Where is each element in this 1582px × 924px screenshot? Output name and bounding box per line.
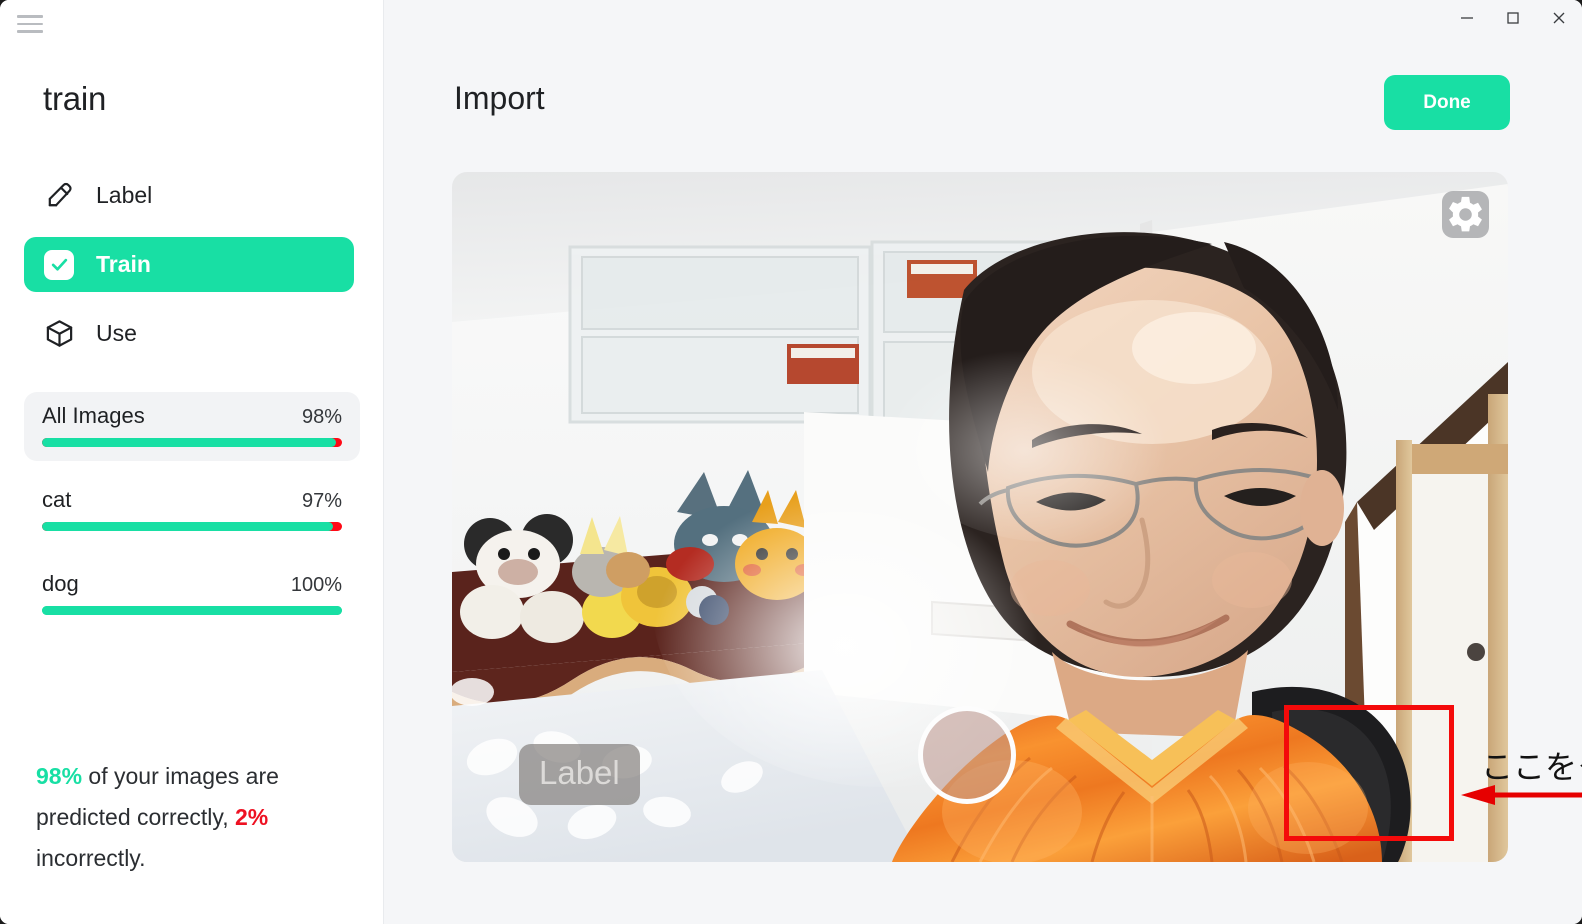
minimize-icon — [1461, 17, 1473, 19]
accuracy-summary: 98% of your images are predicted correct… — [36, 756, 356, 879]
window-body: train Label Train Use All Images 98% cat… — [0, 0, 1582, 924]
sidebar-item-use[interactable]: Use — [24, 306, 354, 361]
close-icon — [1553, 12, 1565, 24]
maximize-button[interactable] — [1490, 0, 1536, 36]
accuracy-bar — [42, 522, 342, 531]
capture-shutter-button[interactable] — [918, 706, 1016, 804]
summary-correct-percent: 98% — [36, 763, 83, 789]
accuracy-bar-fill — [42, 522, 333, 531]
done-button[interactable]: Done — [1384, 75, 1510, 130]
sidebar-item-use-text: Use — [96, 320, 137, 346]
accuracy-row-cat[interactable]: cat 97% — [24, 476, 360, 545]
maximize-icon — [1507, 12, 1519, 24]
gear-icon — [1449, 196, 1482, 232]
hamburger-icon[interactable] — [17, 11, 45, 37]
webcam-viewport[interactable]: Label — [452, 172, 1508, 862]
hamburger-bar — [17, 15, 43, 18]
label-overlay-button[interactable]: Label — [519, 744, 640, 805]
pencil-square-icon — [42, 179, 76, 213]
accuracy-row-name: All Images — [42, 403, 145, 428]
accuracy-row-percent: 97% — [301, 490, 342, 512]
summary-tail-text: incorrectly. — [36, 845, 146, 871]
accuracy-row-percent: 98% — [301, 406, 342, 428]
sidebar-item-train[interactable]: Train — [24, 237, 354, 292]
minimize-button[interactable] — [1444, 0, 1490, 36]
accuracy-row-name: cat — [42, 487, 72, 512]
accuracy-bar — [42, 438, 342, 447]
annotation-text: ここをクリック、で撮影 — [1481, 748, 1582, 786]
sidebar-item-label[interactable]: Label — [24, 168, 354, 223]
cube-icon — [42, 317, 76, 351]
main-panel: Import Done Label ここを — [384, 0, 1582, 924]
accuracy-bar — [42, 606, 342, 615]
checkbox-checked-icon — [42, 248, 76, 282]
accuracy-row-dog[interactable]: dog 100% — [24, 560, 360, 629]
summary-incorrect-percent: 2% — [234, 804, 269, 830]
accuracy-row-name: dog — [42, 571, 79, 596]
sidebar-nav: Label Train Use — [24, 168, 354, 375]
accuracy-row-percent: 100% — [290, 574, 342, 596]
main-heading: Import — [454, 80, 545, 116]
camera-settings-button[interactable] — [1442, 191, 1489, 238]
hamburger-bar — [17, 22, 43, 26]
annotation-arrow — [1461, 785, 1582, 805]
sidebar-item-train-text: Train — [96, 251, 151, 277]
accuracy-row-all-images[interactable]: All Images 98% — [24, 392, 360, 461]
accuracy-bar-fill — [42, 438, 336, 447]
close-button[interactable] — [1536, 0, 1582, 36]
accuracy-list: All Images 98% cat 97% dog 100% — [24, 392, 360, 644]
app-window: train Label Train Use All Images 98% cat… — [0, 0, 1582, 924]
page-title: train — [43, 80, 107, 117]
accuracy-bar-fill — [42, 606, 342, 615]
hamburger-bar — [17, 30, 43, 33]
sidebar: train Label Train Use All Images 98% cat… — [0, 0, 384, 924]
window-titlebar — [1342, 0, 1582, 46]
sidebar-item-label-text: Label — [96, 182, 153, 208]
